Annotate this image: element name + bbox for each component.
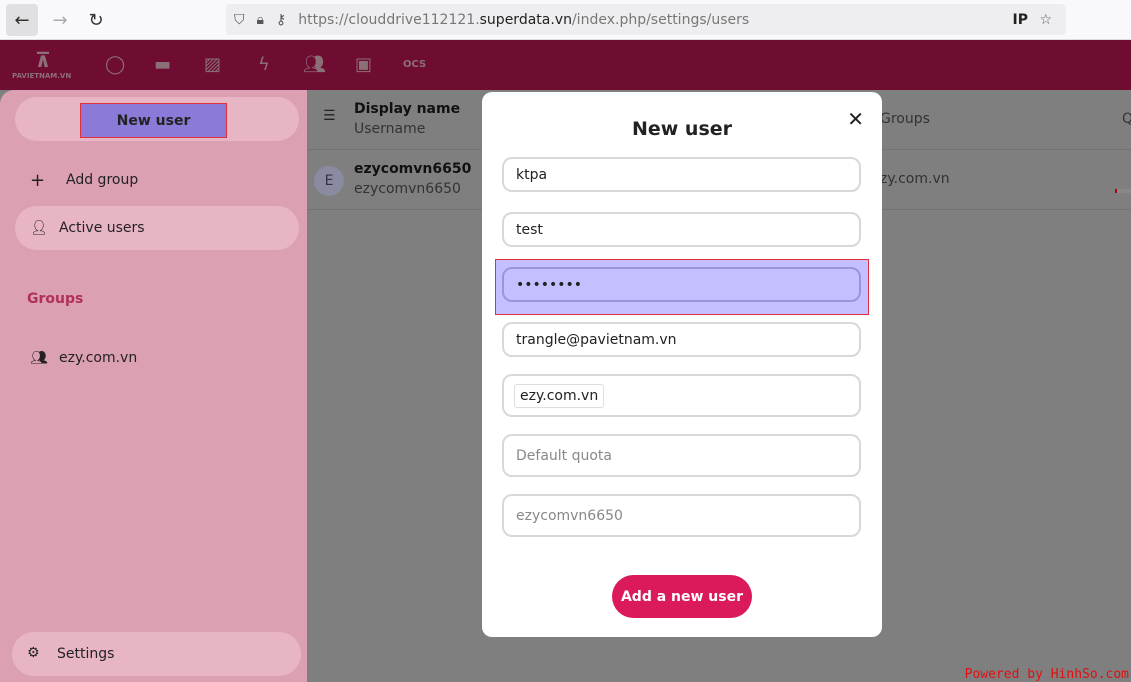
close-icon[interactable]: ✕ [847, 107, 864, 131]
new-user-dialog: New user ✕ ktpa test •••••••• trangle@pa… [482, 92, 882, 637]
groups-heading: Groups [27, 291, 84, 307]
new-user-button[interactable]: New user [80, 103, 227, 138]
group-item-ezy[interactable]: ezy.com.vn [59, 350, 137, 366]
app-header: ⊼ PAVIETNAM.VN ◯ ▬ ▨ ϟ 👥︎ ▣ OCS [0, 40, 1131, 90]
bookmark-star-icon[interactable]: ☆ [1039, 12, 1052, 28]
gear-icon: ⚙ [27, 645, 40, 661]
key-icon: ⚷ [275, 11, 287, 28]
email-input[interactable]: trangle@pavietnam.vn [502, 322, 861, 357]
plus-icon: + [30, 170, 46, 191]
group-tag[interactable]: ezy.com.vn [514, 383, 605, 408]
manager-select[interactable]: ezycomvn6650 [502, 494, 861, 537]
col-username: Username [354, 121, 426, 137]
password-input[interactable]: •••••••• [502, 267, 861, 302]
row-group: zy.com.vn [880, 171, 950, 187]
group-icon: 👥︎ [30, 350, 48, 366]
url-text: https://clouddrive112121.superdata.vn/in… [298, 11, 750, 28]
groups-select[interactable]: ezy.com.vn [502, 374, 861, 417]
username-input[interactable]: ktpa [502, 157, 861, 192]
ip-badge[interactable]: IP [1013, 12, 1028, 28]
dashboard-icon[interactable]: ◯ [105, 54, 125, 75]
logo[interactable]: ⊼ PAVIETNAM.VN [12, 48, 74, 82]
active-users-label[interactable]: Active users [59, 220, 145, 236]
reload-button[interactable]: ↻ [80, 4, 112, 36]
add-new-user-button[interactable]: Add a new user [612, 575, 752, 618]
lock-icon: 🔒︎ [256, 11, 264, 28]
display-name-input[interactable]: test [502, 212, 861, 247]
col-groups: Groups [880, 111, 930, 127]
row-display-name: ezycomvn6650 [354, 161, 472, 177]
photos-icon[interactable]: ▨ [204, 54, 221, 75]
forward-button[interactable]: → [44, 4, 76, 36]
back-button[interactable]: ← [6, 4, 38, 36]
address-bar[interactable]: ⛉ 🔒︎ ⚷ https://clouddrive112121.superdat… [226, 4, 1066, 35]
settings-button[interactable] [12, 632, 301, 676]
files-icon[interactable]: ▬ [154, 54, 171, 75]
browser-toolbar: ← → ↻ ⛉ 🔒︎ ⚷ https://clouddrive112121.su… [0, 0, 1131, 40]
col-display-name: Display name [354, 101, 461, 117]
sidebar [0, 90, 307, 682]
add-group-button[interactable]: Add group [66, 172, 138, 188]
toggle-columns-icon[interactable]: ☰ [323, 108, 336, 124]
settings-label[interactable]: Settings [57, 646, 114, 662]
calendar-icon[interactable]: ▣ [355, 54, 372, 75]
watermark: Powered by HinhSo.com [964, 667, 1129, 682]
shield-icon: ⛉ [234, 11, 245, 28]
contacts-icon[interactable]: 👥︎ [303, 54, 326, 75]
ocs-icon[interactable]: OCS [403, 59, 426, 70]
row-username: ezycomvn6650 [354, 181, 461, 197]
quota-bar [1115, 189, 1131, 193]
quota-select[interactable]: Default quota [502, 434, 861, 477]
activity-icon[interactable]: ϟ [258, 54, 270, 75]
user-icon: 👤︎ [30, 220, 48, 236]
avatar: E [314, 166, 344, 196]
active-users-item[interactable] [15, 206, 299, 250]
dialog-title: New user [631, 118, 733, 140]
col-quota: Q [1122, 111, 1131, 127]
